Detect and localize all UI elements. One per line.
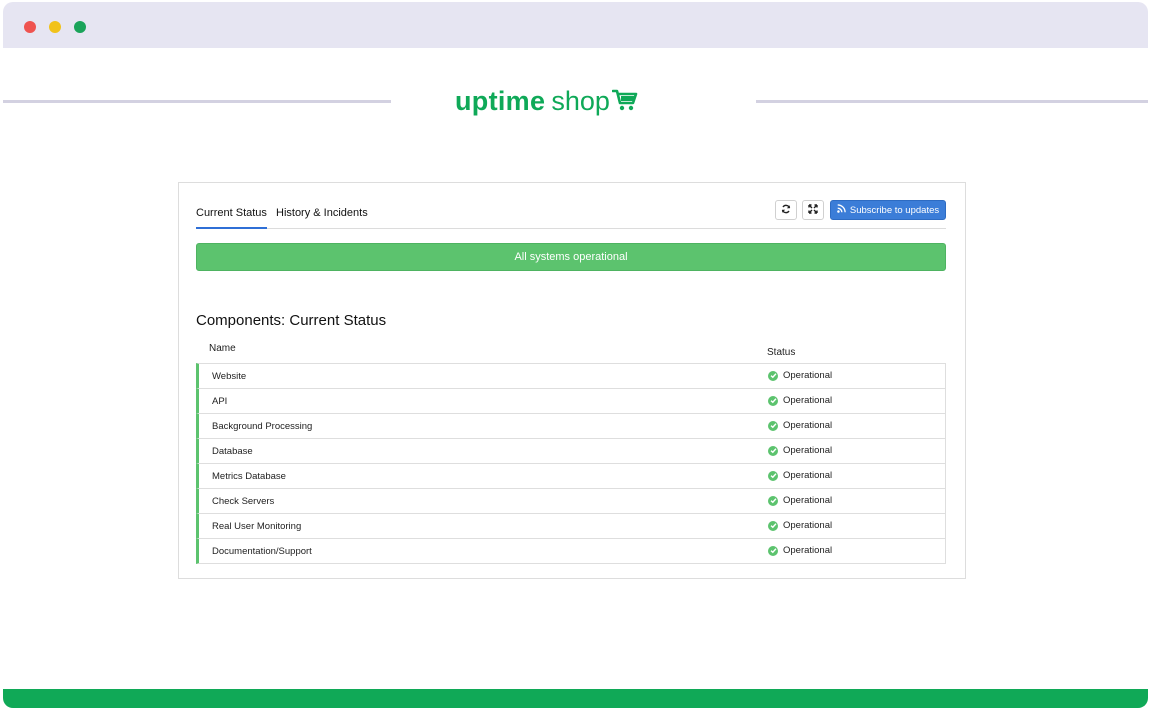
shopping-cart-icon xyxy=(611,88,638,117)
component-status-label: Operational xyxy=(783,520,833,531)
check-circle-icon xyxy=(768,470,778,481)
subscribe-label: Subscribe to updates xyxy=(849,204,940,216)
component-status-label: Operational xyxy=(783,470,833,481)
overall-status-banner: All systems operational xyxy=(196,243,946,271)
header-divider-right xyxy=(756,100,1148,103)
component-status: Operational xyxy=(768,470,832,481)
tab-current-status[interactable]: Current Status xyxy=(196,207,267,229)
table-row: Metrics Database Operational xyxy=(196,464,946,489)
component-status: Operational xyxy=(768,520,832,531)
tab-history-incidents[interactable]: History & Incidents xyxy=(276,207,368,227)
components-title: Components: Current Status xyxy=(196,312,387,329)
expand-icon xyxy=(808,201,818,219)
table-row: API Operational xyxy=(196,389,946,414)
component-status-label: Operational xyxy=(783,395,833,406)
window-titlebar xyxy=(3,2,1148,48)
component-status-label: Operational xyxy=(783,370,833,381)
status-panel: Current Status History & Incidents Subsc… xyxy=(178,182,966,579)
component-status-label: Operational xyxy=(783,495,833,506)
overall-status-text: All systems operational xyxy=(514,251,628,263)
table-row: Website Operational xyxy=(196,363,946,389)
table-row: Database Operational xyxy=(196,439,946,464)
check-circle-icon xyxy=(768,445,778,456)
close-window-button[interactable] xyxy=(24,21,36,33)
component-status-label: Operational xyxy=(783,420,833,431)
check-circle-icon xyxy=(768,395,778,406)
footer-bar xyxy=(3,689,1148,708)
brand-logo[interactable]: uptime shop xyxy=(455,84,638,118)
component-status: Operational xyxy=(768,495,832,506)
brand-word-shop: shop xyxy=(551,85,610,116)
component-status: Operational xyxy=(768,445,832,456)
subscribe-button[interactable]: Subscribe to updates xyxy=(830,200,946,220)
check-circle-icon xyxy=(768,420,778,431)
table-row: Documentation/Support Operational xyxy=(196,539,946,564)
table-row: Check Servers Operational xyxy=(196,489,946,514)
header-divider-left xyxy=(3,100,391,103)
table-row: Real User Monitoring Operational xyxy=(196,514,946,539)
component-status: Operational xyxy=(768,370,832,381)
minimize-window-button[interactable] xyxy=(49,21,61,33)
component-name: Database xyxy=(212,446,253,457)
refresh-icon xyxy=(781,201,791,219)
component-name: Check Servers xyxy=(212,496,275,507)
table-row: Background Processing Operational xyxy=(196,414,946,439)
component-status-label: Operational xyxy=(783,545,833,556)
check-circle-icon xyxy=(768,495,778,506)
check-circle-icon xyxy=(768,545,778,556)
fullscreen-button[interactable] xyxy=(802,200,824,220)
column-header-status: Status xyxy=(767,347,796,358)
maximize-window-button[interactable] xyxy=(74,21,86,33)
check-circle-icon xyxy=(768,370,778,381)
component-name: Background Processing xyxy=(212,421,313,432)
components-table: Website Operational API Operational Back… xyxy=(196,363,946,565)
check-circle-icon xyxy=(768,520,778,531)
component-status: Operational xyxy=(768,395,832,406)
component-name: API xyxy=(212,396,228,407)
component-status: Operational xyxy=(768,420,832,431)
component-name: Metrics Database xyxy=(212,471,286,482)
refresh-button[interactable] xyxy=(775,200,797,220)
component-name: Real User Monitoring xyxy=(212,521,302,532)
component-name: Website xyxy=(212,371,247,382)
component-status-label: Operational xyxy=(783,445,833,456)
component-name: Documentation/Support xyxy=(212,546,312,557)
brand-word-uptime: uptime xyxy=(455,85,546,116)
column-header-name: Name xyxy=(209,343,236,354)
component-status: Operational xyxy=(768,545,832,556)
rss-icon xyxy=(837,204,846,216)
